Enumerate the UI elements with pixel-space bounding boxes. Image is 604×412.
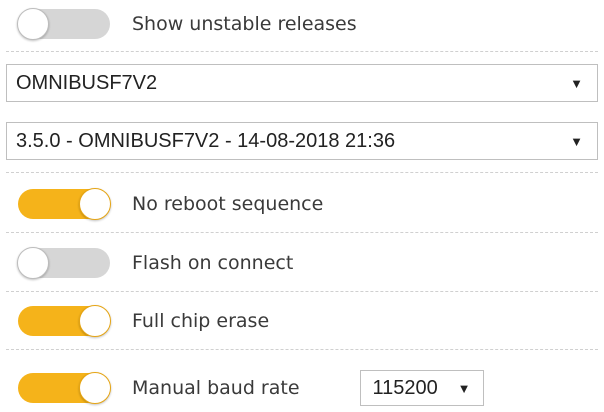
flash-on-connect-label: Flash on connect (132, 252, 294, 274)
divider (6, 232, 598, 233)
unstable-releases-row: Show unstable releases (0, 2, 604, 46)
firmware-select[interactable]: 3.5.0 - OMNIBUSF7V2 - 14-08-2018 21:36 ▼ (6, 122, 598, 160)
firmware-flasher-options: Show unstable releases OMNIBUSF7V2 ▼ 3.5… (0, 0, 604, 412)
no-reboot-toggle[interactable] (18, 188, 111, 220)
board-select[interactable]: OMNIBUSF7V2 ▼ (6, 64, 598, 102)
toggle-knob (79, 372, 111, 404)
flash-on-connect-toggle[interactable] (17, 247, 110, 279)
toggle-knob (17, 247, 49, 279)
dropdown-arrow-icon: ▼ (457, 380, 471, 396)
firmware-select-value: 3.5.0 - OMNIBUSF7V2 - 14-08-2018 21:36 (16, 129, 396, 152)
no-reboot-row: No reboot sequence (0, 182, 604, 226)
manual-baud-toggle[interactable] (18, 372, 111, 404)
board-select-value: OMNIBUSF7V2 (16, 71, 158, 94)
unstable-releases-toggle[interactable] (17, 8, 110, 40)
dropdown-arrow-icon: ▼ (570, 133, 583, 149)
toggle-knob (17, 8, 49, 40)
manual-baud-label: Manual baud rate (132, 377, 300, 399)
divider (6, 349, 598, 350)
dropdown-arrow-icon: ▼ (570, 75, 583, 91)
baud-rate-select[interactable]: 115200 ▼ (359, 370, 484, 406)
toggle-knob (79, 188, 111, 220)
divider (6, 291, 598, 292)
full-chip-erase-row: Full chip erase (0, 299, 604, 343)
divider (6, 51, 598, 52)
flash-on-connect-row: Flash on connect (0, 241, 604, 285)
baud-rate-value: 115200 (372, 376, 438, 399)
toggle-knob (79, 305, 111, 337)
no-reboot-label: No reboot sequence (132, 193, 324, 215)
divider (6, 172, 598, 173)
unstable-releases-label: Show unstable releases (132, 13, 357, 35)
full-chip-erase-label: Full chip erase (132, 310, 270, 332)
manual-baud-row: Manual baud rate 115200 ▼ (0, 366, 604, 410)
full-chip-erase-toggle[interactable] (18, 305, 111, 337)
